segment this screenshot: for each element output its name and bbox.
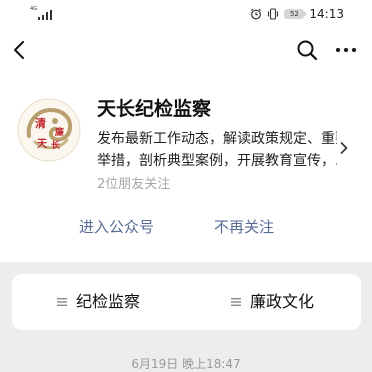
menu-item-integrity-culture[interactable]: 廉政文化 [231, 274, 314, 330]
account-description[interactable]: 发布最新工作动态，解读政策规定、重要 举措，剖析典型案例，开展教育宣传，... [97, 128, 337, 172]
menu-lines-icon [231, 298, 241, 306]
svg-text:清: 清 [35, 116, 46, 130]
navigation-bar [0, 32, 372, 68]
enter-account-button[interactable]: 进入公众号 [79, 216, 154, 238]
vibrate-icon [268, 8, 279, 20]
account-logo-icon: 清 廉 天 长 [15, 96, 83, 164]
description-line: 发布最新工作动态，解读政策规定、重要 [97, 131, 337, 147]
alarm-icon [251, 8, 262, 20]
battery-indicator: 52 [284, 9, 307, 19]
network-type-label: 4G [30, 6, 38, 12]
menu-item-label: 纪检监察 [76, 292, 141, 311]
account-name: 天长纪检监察 [97, 98, 212, 120]
svg-text:长: 长 [51, 139, 61, 151]
back-arrow-icon[interactable] [8, 38, 30, 62]
menu-item-discipline-inspection[interactable]: 纪检监察 [57, 274, 140, 330]
svg-text:廉: 廉 [55, 126, 64, 138]
signal-bars-icon [38, 10, 52, 20]
battery-level-label: 52 [289, 10, 299, 18]
search-icon[interactable] [296, 39, 318, 61]
description-line: 举措，剖析典型案例，开展教育宣传，... [97, 153, 337, 169]
chevron-right-icon[interactable] [339, 141, 349, 155]
friends-following-count: 2位朋友关注 [97, 177, 171, 192]
status-bar: 4G 52 14:13 [0, 0, 372, 28]
account-menu-bar: 纪检监察 廉政文化 [12, 274, 361, 330]
unfollow-button[interactable]: 不再关注 [214, 216, 274, 238]
svg-text:天: 天 [37, 138, 48, 150]
status-right-group: 52 14:13 [250, 7, 344, 21]
more-icon[interactable] [334, 40, 358, 60]
account-avatar[interactable]: 清 廉 天 长 [15, 96, 83, 164]
menu-lines-icon [57, 298, 67, 306]
menu-item-label: 廉政文化 [250, 292, 315, 311]
profile-header: 4G 52 14:13 清 廉 天 长 天长纪检监察 发布最新工作动态，解读政策… [0, 0, 372, 262]
clock-time: 14:13 [309, 7, 344, 21]
signal-indicator: 4G [30, 7, 52, 20]
message-timestamp: 6月19日 晚上18:47 [131, 357, 241, 371]
official-account-profile-screen: 4G 52 14:13 清 廉 天 长 天长纪检监察 发布最新工作动态，解读政策… [0, 0, 372, 372]
